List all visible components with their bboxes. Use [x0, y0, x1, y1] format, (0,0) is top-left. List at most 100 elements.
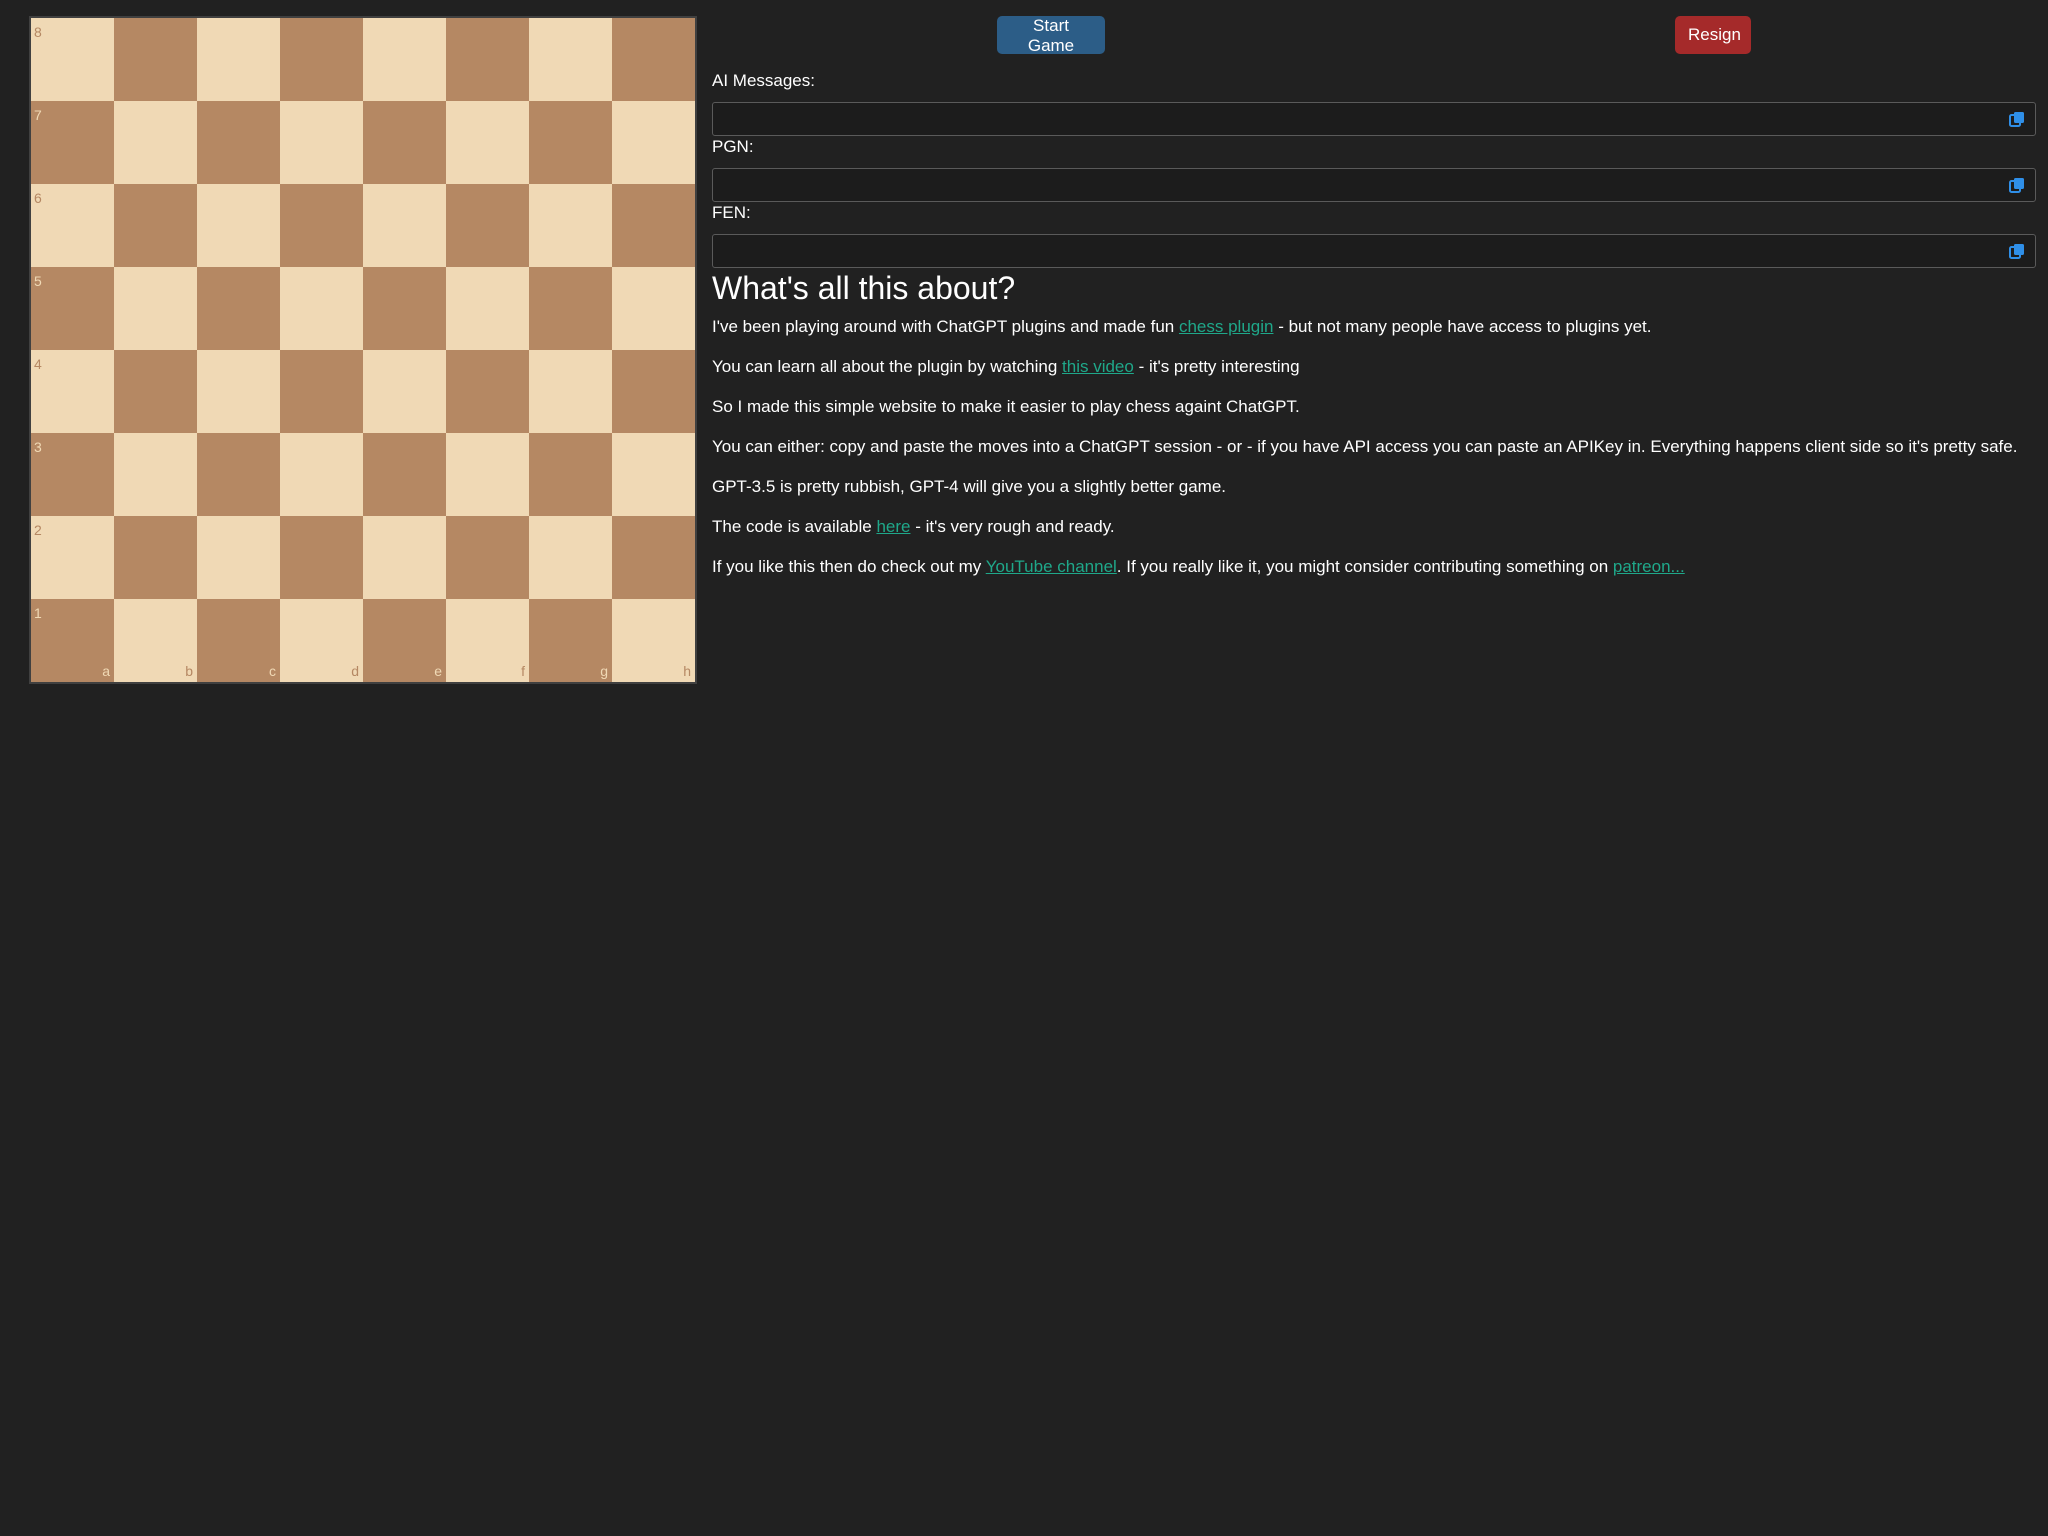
- file-label: e: [434, 663, 442, 679]
- file-label: a: [102, 663, 110, 679]
- square-g7[interactable]: [529, 101, 612, 184]
- square-f4[interactable]: [446, 350, 529, 433]
- square-b1[interactable]: b: [114, 599, 197, 682]
- square-c6[interactable]: [197, 184, 280, 267]
- square-e5[interactable]: [363, 267, 446, 350]
- square-a7[interactable]: 7: [31, 101, 114, 184]
- fen-label: FEN:: [712, 203, 751, 222]
- file-label: d: [351, 663, 359, 679]
- rank-label: 8: [34, 24, 42, 40]
- about-paragraph: You can either: copy and paste the moves…: [712, 437, 2018, 456]
- fen-field[interactable]: [712, 234, 2036, 268]
- patreon-link[interactable]: patreon...: [1613, 557, 1685, 576]
- square-c3[interactable]: [197, 433, 280, 516]
- file-label: b: [185, 663, 193, 679]
- square-b4[interactable]: [114, 350, 197, 433]
- square-d4[interactable]: [280, 350, 363, 433]
- chess-board[interactable]: 87654321abcdefgh: [29, 16, 697, 684]
- square-g8[interactable]: [529, 18, 612, 101]
- square-c7[interactable]: [197, 101, 280, 184]
- copy-icon[interactable]: [2009, 111, 2025, 127]
- square-f6[interactable]: [446, 184, 529, 267]
- square-g5[interactable]: [529, 267, 612, 350]
- square-c4[interactable]: [197, 350, 280, 433]
- square-b6[interactable]: [114, 184, 197, 267]
- square-c1[interactable]: c: [197, 599, 280, 682]
- square-g4[interactable]: [529, 350, 612, 433]
- square-e3[interactable]: [363, 433, 446, 516]
- about-paragraph: I've been playing around with ChatGPT pl…: [712, 317, 2032, 337]
- square-b2[interactable]: [114, 516, 197, 599]
- square-h4[interactable]: [612, 350, 695, 433]
- square-f5[interactable]: [446, 267, 529, 350]
- square-e1[interactable]: e: [363, 599, 446, 682]
- square-g3[interactable]: [529, 433, 612, 516]
- rank-label: 1: [34, 605, 42, 621]
- square-h3[interactable]: [612, 433, 695, 516]
- start-game-button[interactable]: Start Game: [997, 16, 1105, 55]
- rank-label: 7: [34, 107, 42, 123]
- resign-button[interactable]: Resign: [1675, 16, 1751, 54]
- square-d1[interactable]: d: [280, 599, 363, 682]
- text: - but not many people have access to plu…: [1273, 317, 1652, 336]
- square-f2[interactable]: [446, 516, 529, 599]
- video-link[interactable]: this video: [1062, 357, 1134, 376]
- square-f8[interactable]: [446, 18, 529, 101]
- square-d3[interactable]: [280, 433, 363, 516]
- rank-label: 5: [34, 273, 42, 289]
- square-e7[interactable]: [363, 101, 446, 184]
- square-b7[interactable]: [114, 101, 197, 184]
- square-e8[interactable]: [363, 18, 446, 101]
- square-h5[interactable]: [612, 267, 695, 350]
- square-a3[interactable]: 3: [31, 433, 114, 516]
- square-h1[interactable]: h: [612, 599, 695, 682]
- square-c8[interactable]: [197, 18, 280, 101]
- square-c2[interactable]: [197, 516, 280, 599]
- copy-icon[interactable]: [2009, 177, 2025, 193]
- square-a8[interactable]: 8: [31, 18, 114, 101]
- square-h8[interactable]: [612, 18, 695, 101]
- square-g1[interactable]: g: [529, 599, 612, 682]
- square-d7[interactable]: [280, 101, 363, 184]
- square-c5[interactable]: [197, 267, 280, 350]
- square-f1[interactable]: f: [446, 599, 529, 682]
- file-label: g: [600, 663, 608, 679]
- square-d5[interactable]: [280, 267, 363, 350]
- square-b3[interactable]: [114, 433, 197, 516]
- about-paragraph: GPT-3.5 is pretty rubbish, GPT-4 will gi…: [712, 477, 1226, 496]
- square-a4[interactable]: 4: [31, 350, 114, 433]
- square-a6[interactable]: 6: [31, 184, 114, 267]
- pgn-field[interactable]: [712, 168, 2036, 202]
- square-d6[interactable]: [280, 184, 363, 267]
- square-a2[interactable]: 2: [31, 516, 114, 599]
- youtube-channel-link[interactable]: YouTube channel: [986, 557, 1117, 576]
- pgn-label: PGN:: [712, 137, 754, 156]
- square-a5[interactable]: 5: [31, 267, 114, 350]
- square-e4[interactable]: [363, 350, 446, 433]
- rank-label: 4: [34, 356, 42, 372]
- square-e6[interactable]: [363, 184, 446, 267]
- code-link[interactable]: here: [876, 517, 910, 536]
- rank-label: 2: [34, 522, 42, 538]
- about-paragraph: If you like this then do check out my Yo…: [712, 557, 2032, 577]
- file-label: h: [683, 663, 691, 679]
- square-a1[interactable]: 1a: [31, 599, 114, 682]
- square-e2[interactable]: [363, 516, 446, 599]
- rank-label: 3: [34, 439, 42, 455]
- square-g6[interactable]: [529, 184, 612, 267]
- square-h6[interactable]: [612, 184, 695, 267]
- chess-plugin-link[interactable]: chess plugin: [1179, 317, 1274, 336]
- square-h7[interactable]: [612, 101, 695, 184]
- copy-icon[interactable]: [2009, 243, 2025, 259]
- square-b8[interactable]: [114, 18, 197, 101]
- square-d8[interactable]: [280, 18, 363, 101]
- square-f7[interactable]: [446, 101, 529, 184]
- ai-messages-field[interactable]: [712, 102, 2036, 136]
- square-d2[interactable]: [280, 516, 363, 599]
- square-b5[interactable]: [114, 267, 197, 350]
- square-g2[interactable]: [529, 516, 612, 599]
- text: You can learn all about the plugin by wa…: [712, 357, 1063, 376]
- square-h2[interactable]: [612, 516, 695, 599]
- text: I've been playing around with ChatGPT pl…: [712, 317, 1179, 336]
- square-f3[interactable]: [446, 433, 529, 516]
